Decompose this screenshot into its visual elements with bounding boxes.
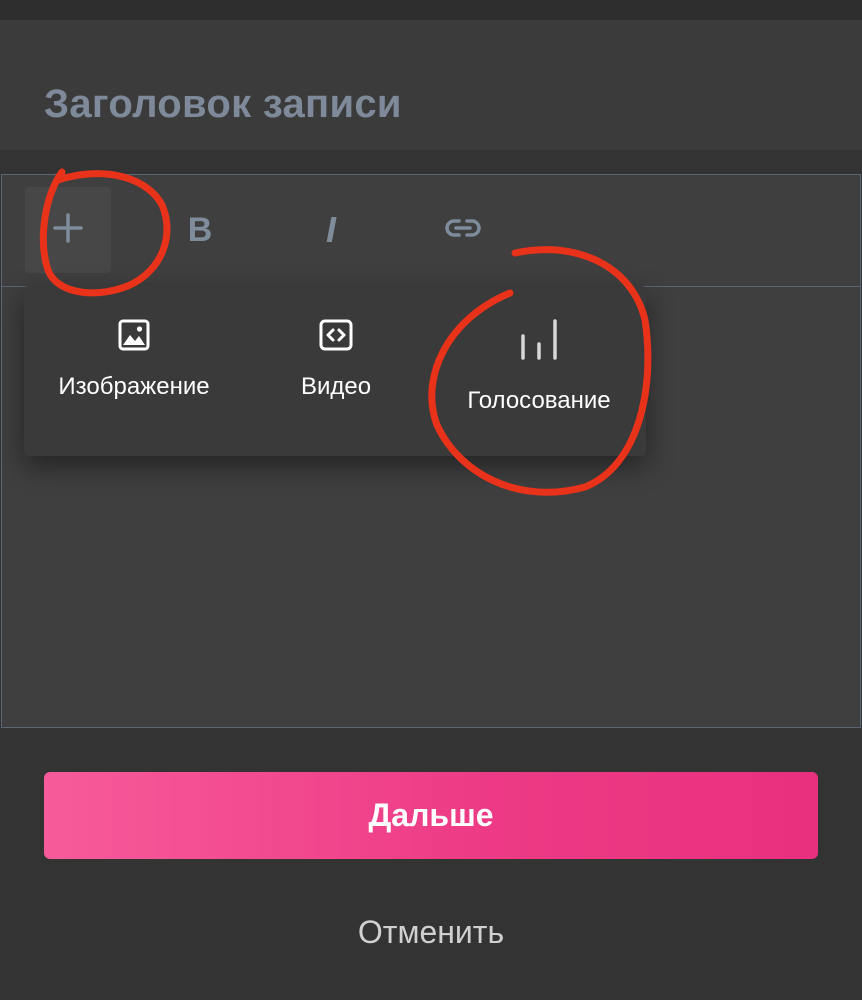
post-editor-screen: Заголовок записи B I Изображение Видео Г… bbox=[0, 0, 862, 1000]
bold-button[interactable]: B bbox=[157, 187, 243, 273]
insert-menu-item-label: Видео bbox=[300, 373, 372, 400]
insert-menu-item-poll[interactable]: Голосование bbox=[454, 318, 624, 415]
cancel-button[interactable]: Отменить bbox=[280, 905, 582, 959]
bold-icon: B bbox=[187, 210, 213, 249]
plus-icon bbox=[52, 212, 84, 249]
next-button[interactable]: Дальше bbox=[44, 772, 818, 859]
insert-button[interactable] bbox=[25, 187, 111, 273]
insert-menu-item-image[interactable]: Изображение bbox=[50, 318, 218, 401]
post-title-placeholder: Заголовок записи bbox=[44, 82, 402, 126]
italic-button[interactable]: I bbox=[288, 187, 374, 273]
insert-menu-item-label: Изображение bbox=[58, 373, 210, 400]
post-title-field[interactable]: Заголовок записи bbox=[0, 20, 862, 150]
link-icon bbox=[443, 216, 483, 245]
link-button[interactable] bbox=[420, 187, 506, 273]
insert-menu-item-label: Голосование bbox=[467, 387, 611, 414]
video-embed-icon bbox=[318, 318, 354, 359]
insert-menu: Изображение Видео Голосование bbox=[24, 286, 646, 456]
italic-icon: I bbox=[325, 209, 336, 250]
image-icon bbox=[117, 318, 151, 359]
top-strip bbox=[0, 0, 862, 20]
poll-icon bbox=[519, 318, 559, 367]
insert-menu-item-video[interactable]: Видео bbox=[286, 318, 386, 401]
